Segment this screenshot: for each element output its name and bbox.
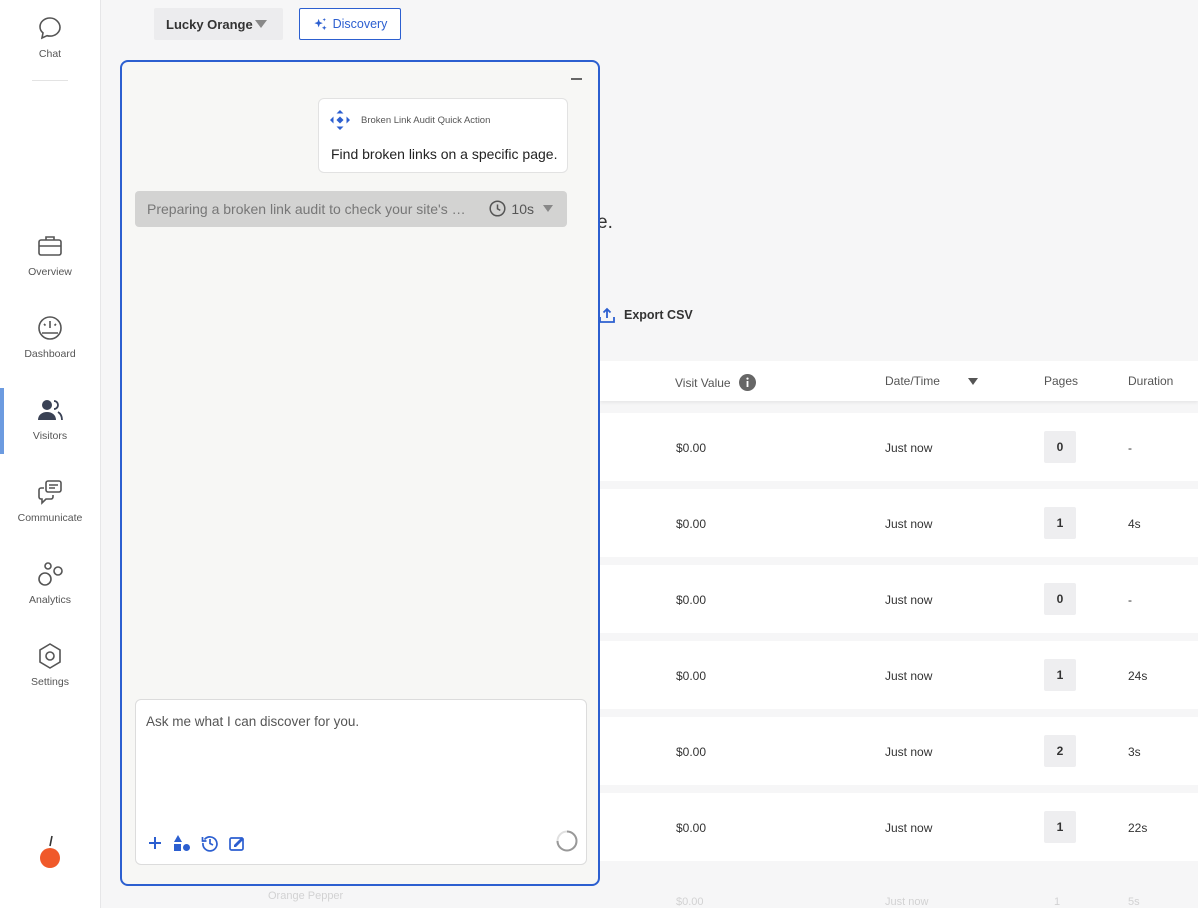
pages-badge: 1 xyxy=(1044,811,1076,843)
nav-communicate-label: Communicate xyxy=(17,512,83,524)
history-icon[interactable] xyxy=(200,833,220,853)
table-row[interactable]: $0.00 Just now 1 22s xyxy=(600,793,1198,861)
nav-visitors[interactable]: Visitors xyxy=(0,396,100,442)
table-row[interactable]: $0.00 Just now 1 4s xyxy=(600,489,1198,557)
edit-note-icon[interactable] xyxy=(228,833,248,853)
col-pages[interactable]: Pages xyxy=(1044,374,1078,388)
nav-chat-label: Chat xyxy=(38,48,62,60)
nav-visitors-label: Visitors xyxy=(32,430,68,442)
nav-settings[interactable]: Settings xyxy=(0,642,100,688)
chat-input[interactable] xyxy=(146,714,566,804)
sort-desc-icon[interactable] xyxy=(967,377,978,385)
nav-overview[interactable]: Overview xyxy=(0,232,100,278)
col-date-time[interactable]: Date/Time xyxy=(885,374,978,388)
nav-overview-label: Overview xyxy=(28,266,72,278)
loading-spinner-icon xyxy=(556,830,578,852)
table-row[interactable]: $0.00 Just now 0 - xyxy=(600,413,1198,481)
status-text: Preparing a broken link audit to check y… xyxy=(147,201,466,217)
nav-analytics-label: Analytics xyxy=(28,594,71,606)
nav-dashboard-label: Dashboard xyxy=(24,348,76,360)
hexagon-gear-icon xyxy=(39,643,61,669)
move-arrows-icon xyxy=(330,110,350,130)
upload-icon xyxy=(599,307,615,323)
messages-icon xyxy=(38,480,62,505)
sparkle-icon xyxy=(313,17,327,30)
quick-action-title: Broken Link Audit Quick Action xyxy=(361,114,491,126)
pages-badge: 1 xyxy=(1044,507,1076,539)
discovery-button[interactable]: Discovery xyxy=(299,8,401,40)
pages-badge: 0 xyxy=(1044,583,1076,615)
quick-action-card: Broken Link Audit Quick Action Find brok… xyxy=(318,98,568,173)
table-row[interactable]: $0.00 Just now 1 24s xyxy=(600,641,1198,709)
chat-input-box xyxy=(135,699,587,865)
nav-communicate[interactable]: Communicate xyxy=(0,478,100,524)
expand-caret-icon[interactable] xyxy=(543,205,553,212)
discovery-label: Discovery xyxy=(332,17,388,31)
table-row[interactable]: $0.00 Just now 0 - xyxy=(600,565,1198,633)
export-csv-button[interactable]: Export CSV xyxy=(598,306,693,324)
site-selector[interactable]: Lucky Orange xyxy=(154,8,283,40)
col-visit-value[interactable]: Visit Value xyxy=(675,374,756,391)
shapes-icon[interactable] xyxy=(172,833,192,853)
nav-analytics[interactable]: Analytics xyxy=(0,560,100,606)
sidebar: Chat Overview Dashboard Visitors Communi… xyxy=(0,0,101,908)
table-row[interactable]: $0.00 Just now 2 3s xyxy=(600,717,1198,785)
caret-down-icon xyxy=(255,20,267,28)
discovery-panel: Broken Link Audit Quick Action Find brok… xyxy=(120,60,600,886)
pages-badge: 2 xyxy=(1044,735,1076,767)
nav-settings-label: Settings xyxy=(31,676,69,688)
info-icon[interactable] xyxy=(738,374,756,391)
users-icon xyxy=(38,400,63,421)
gauge-icon xyxy=(38,316,62,340)
sidebar-divider xyxy=(32,80,68,81)
briefcase-icon xyxy=(38,236,62,256)
chat-bubble-icon xyxy=(39,17,61,40)
clock-icon xyxy=(489,200,506,217)
plus-icon[interactable] xyxy=(145,833,165,853)
col-duration[interactable]: Duration xyxy=(1128,374,1173,388)
quick-action-body: Find broken links on a specific page. xyxy=(331,146,558,162)
table-header: Visit Value Date/Time Pages Duration xyxy=(600,361,1198,401)
pages-badge: 1 xyxy=(1044,659,1076,691)
nav-chat[interactable]: Chat xyxy=(0,14,100,60)
site-name: Lucky Orange xyxy=(166,16,253,32)
status-time-value: 10s xyxy=(511,200,534,217)
status-timer: 10s xyxy=(489,200,553,217)
nav-dashboard[interactable]: Dashboard xyxy=(0,314,100,360)
minimize-icon[interactable] xyxy=(571,78,582,80)
pages-badge: 0 xyxy=(1044,431,1076,463)
export-csv-label: Export CSV xyxy=(624,308,693,322)
lucky-orange-logo[interactable] xyxy=(39,834,61,870)
status-message[interactable]: Preparing a broken link audit to check y… xyxy=(135,191,567,227)
circles-icon xyxy=(38,562,63,586)
